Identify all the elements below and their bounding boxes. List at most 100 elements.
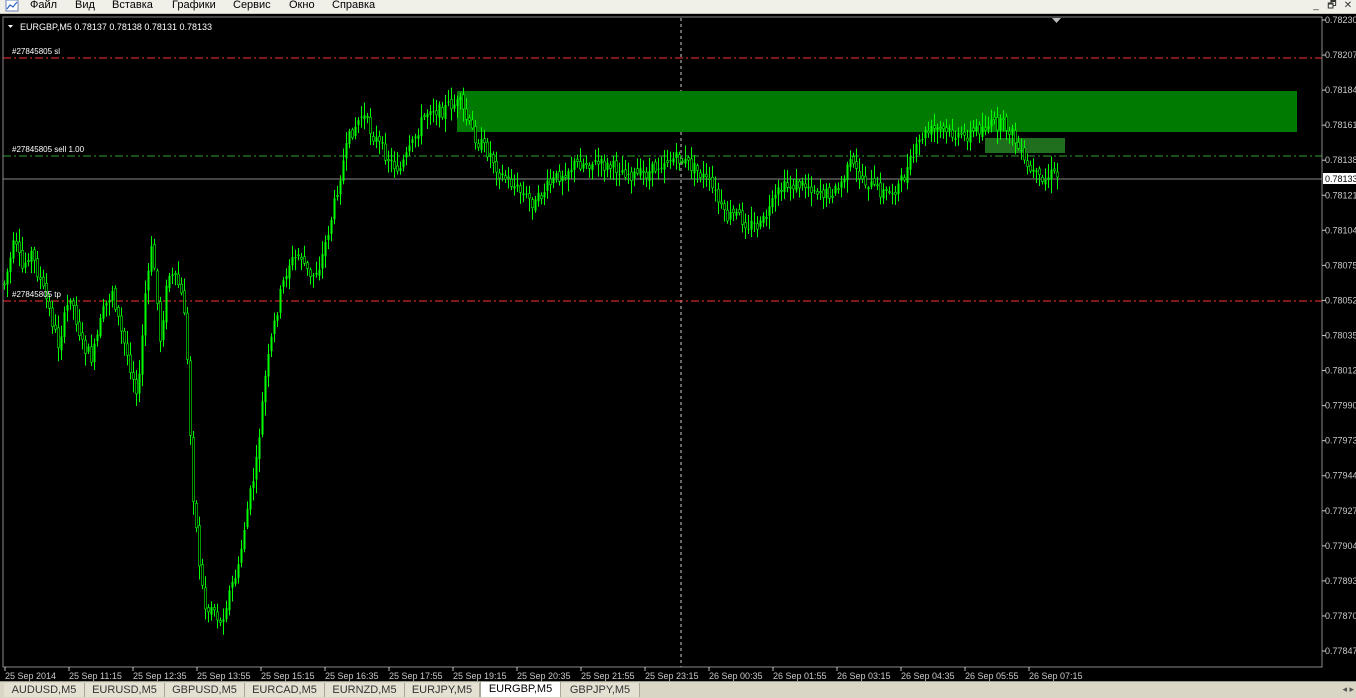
candle-body [414,136,417,139]
candle-body [138,373,141,394]
chart-tabs: AUDUSD,M5 EURUSD,M5 GBPUSD,M5 EURCAD,M5 … [0,681,1356,698]
candle-body [594,159,597,162]
candle-body [648,171,651,181]
tab-eurusd[interactable]: EURUSD,M5 [85,683,165,697]
menu-view[interactable]: Вид [75,0,95,13]
candle-body [924,130,927,139]
candle-body [885,189,888,191]
candle-body [222,619,225,622]
candle-body [513,186,516,189]
tab-gbpusd[interactable]: GBPUSD,M5 [165,683,245,697]
candle-body [87,346,90,352]
candle-body [813,190,816,192]
candle-body [1008,130,1011,135]
candle-body [234,578,237,584]
candle-body [99,317,102,337]
tab-eurgbp[interactable]: EURGBP,M5 [480,682,561,697]
candle-body [15,241,18,245]
close-button[interactable]: ✕ [1341,0,1355,12]
tab-eurcad[interactable]: EURCAD,M5 [245,683,325,697]
minimize-button[interactable]: _ [1309,0,1323,12]
candle-body [273,320,276,335]
candle-body [657,168,660,170]
candle-body [432,111,435,113]
candle-body [189,360,192,436]
candle-body [702,173,705,178]
candle-body [351,129,354,138]
candle-body [804,183,807,188]
candle-body [810,186,813,193]
candle-body [495,161,498,173]
candle-body [111,290,114,302]
candle-body [1050,169,1053,180]
tab-eurjpy[interactable]: EURJPY,M5 [405,683,480,697]
price-chart[interactable]: #27845805 sl #27845805 sell 1.00 #27845805… [0,14,1356,681]
tab-gbpjpy[interactable]: GBPJPY,M5 [561,683,640,697]
candle-body [243,530,246,550]
candle-body [69,300,72,304]
resistance-zone[interactable] [457,91,1297,132]
candle-body [585,163,588,166]
candle-body [210,607,213,615]
candle-body [597,161,600,165]
chart-canvas[interactable]: #27845805 sl #27845805 sell 1.00 #27845805… [0,14,1356,681]
candle[interactable] [165,279,168,330]
candle[interactable] [114,285,117,313]
candle-body [957,132,960,138]
menu-insert[interactable]: Вставка [112,0,153,13]
candle-body [231,581,234,588]
candle-body [708,177,711,180]
candle-body [465,108,468,120]
menu-file[interactable]: Файл [30,0,57,13]
menu-tools[interactable]: Сервис [233,0,271,13]
candle-body [822,189,825,198]
candle-body [900,175,903,181]
time-label: 26 Sep 01:55 [773,671,827,681]
candle[interactable] [189,356,192,445]
price-label: 0.78104 [1325,225,1356,235]
candle-body [150,246,153,272]
candle-body [567,171,570,179]
candle-body [441,107,444,118]
menu-window[interactable]: Окно [289,0,315,13]
candle-body [987,125,990,130]
candle-body [888,191,891,193]
price-label: 0.77990 [1325,401,1356,411]
candle-body [615,160,618,173]
menu-charts[interactable]: Графики [172,0,216,13]
price-label: 0.77973 [1325,436,1356,446]
candle-body [609,164,612,169]
tab-audusd[interactable]: AUDUSD,M5 [4,683,85,697]
candle-body [963,132,966,136]
candle-body [714,189,717,191]
candle-body [819,191,822,194]
tab-eurnzd[interactable]: EURNZD,M5 [325,683,405,697]
price-label: 0.77944 [1325,471,1356,481]
candle-body [969,130,972,143]
candle-body [285,275,288,280]
time-label: 25 Sep 21:55 [581,671,635,681]
candle[interactable] [186,306,189,365]
tab-scroll-arrows-icon[interactable]: ◂ ▸ [1342,684,1354,695]
candle-body [939,127,942,129]
candle-body [621,170,624,173]
candle-body [936,127,939,130]
candle-body [1035,170,1038,173]
candle-body [654,161,657,172]
candle-body [732,208,735,214]
candle-body [849,159,852,168]
candle-body [1023,147,1026,161]
candle-body [858,171,861,179]
candle[interactable] [195,500,198,533]
time-label: 25 Sep 11:15 [69,671,122,681]
candle-body [489,152,492,157]
candle-body [1026,160,1029,167]
candle-body [360,116,363,118]
chart-app-icon[interactable] [5,0,19,12]
restore-button[interactable]: 🗗 [1325,0,1339,12]
candle-body [444,104,447,119]
candle-body [342,160,345,182]
candle-body [528,193,531,199]
menu-help[interactable]: Справка [332,0,375,13]
candle-body [1056,171,1059,178]
